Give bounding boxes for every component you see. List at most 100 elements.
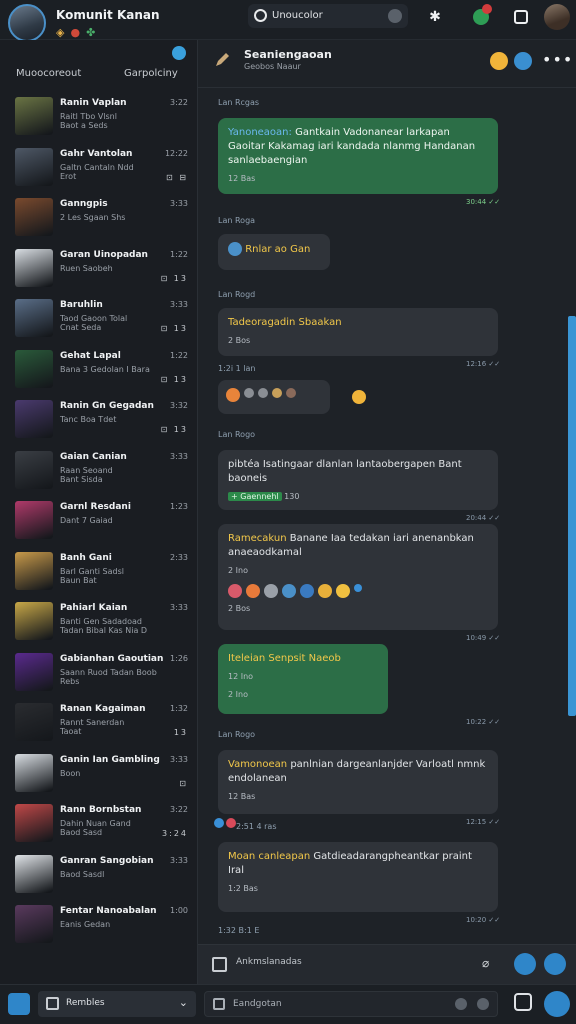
- chat-preview: Taod Gaoon Tolal Cnat Seda: [60, 314, 127, 332]
- chat-list-item[interactable]: Ganin Ian Gambling Boon 3:33 ⊡: [0, 749, 198, 800]
- message-bubble[interactable]: Iteleian Senpsit Naeob 12 Ino 2 Ino: [218, 644, 388, 714]
- chat-list-item[interactable]: Ranin Vaplan Raitl Tbo Vlsnl Baot a Seds 3:…: [0, 92, 198, 143]
- message-bubble[interactable]: pibtéa Isatingaar dlanlan lantaobergapen…: [218, 450, 498, 510]
- message-bubble[interactable]: Vamonoean panlnian dargeanlanjder Varloa…: [218, 750, 498, 814]
- globe-icon[interactable]: [514, 52, 532, 70]
- chat-avatar: [15, 652, 53, 691]
- profile-avatar[interactable]: [8, 4, 46, 42]
- message-bubble[interactable]: Moan canleapan Gatdieadarangpheantkar pr…: [218, 842, 498, 912]
- compose-button[interactable]: [544, 991, 570, 1017]
- security-button[interactable]: [470, 4, 492, 28]
- chat-name: Garnl Resdani: [60, 502, 131, 512]
- globe-icon: [228, 242, 242, 256]
- chat-header: Seaniengaoan Geobos Naaur •••: [198, 40, 576, 88]
- chat-list-item[interactable]: Pahiarl Kaian Banti Gen Sadadoad Tadan Bib…: [0, 597, 198, 648]
- chat-list-item[interactable]: Ganngpis 2 Les Sgaan Shs 3:33: [0, 193, 198, 244]
- record-icon[interactable]: [477, 998, 489, 1010]
- account-avatar[interactable]: [544, 4, 570, 30]
- globe-icon: [282, 584, 296, 598]
- chat-preview-line: Rebs: [60, 676, 80, 686]
- tab-contacts[interactable]: Garpolciny: [124, 68, 178, 79]
- chat-list-item[interactable]: Gabianhan Gaoutian Saann Ruod Tadan Boob R…: [0, 648, 198, 699]
- chat-time: 1:23: [170, 502, 188, 511]
- tab-chats[interactable]: Muoocoreout: [16, 68, 81, 79]
- chat-avatar: [15, 854, 53, 893]
- chat-avatar: [15, 602, 53, 640]
- message-bubble[interactable]: Yanoneaoan: Gantkain Vadonanear larkapan…: [218, 118, 498, 194]
- app-root: Komunit Kanan ◈ ● ✤ Unoucolor ✱ Muoocore…: [0, 0, 576, 1024]
- settings-button[interactable]: ✱: [424, 6, 446, 28]
- chat-list-item[interactable]: Gaian Canian Raan Seoand Bant Sisda 3:33: [0, 446, 198, 497]
- chat-icon[interactable]: [514, 993, 532, 1011]
- chat-list-item[interactable]: Fentar Nanoabalan Eanis Gedan 1:00: [0, 900, 198, 951]
- message-bubble[interactable]: Rnlar ao Gan: [218, 234, 330, 270]
- chat-list-item[interactable]: Ganran Sangobian Baod Sasdl 3:33: [0, 850, 198, 901]
- schedule-icon[interactable]: [514, 953, 536, 975]
- chat-list-item[interactable]: Baruhlin Taod Gaoon Tolal Cnat Seda 3:33 ⊡ 1…: [0, 294, 198, 345]
- new-chat-icon[interactable]: [172, 46, 186, 60]
- chat-actions[interactable]: ⊡ 13: [161, 324, 188, 333]
- pin-icon[interactable]: [455, 998, 467, 1010]
- chat-actions[interactable]: ⊡ 13: [161, 274, 188, 283]
- chat-avatar: [15, 450, 53, 489]
- chat-avatar: [15, 753, 53, 792]
- chat-list-item[interactable]: Garan Uinopadan Ruen Saobeh 1:22 ⊡ 13: [0, 244, 198, 295]
- message-meta: + Gaennehl 130: [228, 490, 488, 504]
- scrollbar[interactable]: [568, 88, 576, 944]
- mic-icon[interactable]: [388, 9, 402, 23]
- attach-icon[interactable]: ⌀: [482, 956, 489, 970]
- chat-list: Ranin Vaplan Raitl Tbo Vlsnl Baot a Seds 3:…: [0, 92, 198, 951]
- chat-list-item[interactable]: Garnl Resdani Dant 7 Gaiad 1:23: [0, 496, 198, 547]
- chat-preview-line: Taoat: [60, 727, 82, 736]
- more-options-icon[interactable]: •••: [542, 50, 573, 69]
- chat-preview: Boon: [60, 769, 80, 778]
- emoji-icon: [352, 390, 366, 404]
- top-search-label: Unoucolor: [272, 10, 323, 21]
- message-author: Moan canleapan: [228, 851, 311, 862]
- message-bubble[interactable]: Ramecakun Banane Iaa tedakan iari anenan…: [218, 524, 498, 630]
- scrollbar-thumb[interactable]: [568, 316, 576, 716]
- message-bubble[interactable]: Tadeoragadin Sbaakan 2 Bos: [218, 308, 498, 356]
- chat-avatar: [15, 349, 53, 388]
- pen-icon[interactable]: [214, 52, 230, 68]
- chat-time: 3:22: [170, 805, 188, 814]
- cursor-icon[interactable]: [8, 993, 30, 1015]
- reaction-row: [226, 388, 322, 402]
- smile-icon: [336, 584, 350, 598]
- chat-actions[interactable]: ⊡ ⊟: [166, 173, 188, 182]
- message-timestamp: 10:22 ✓✓: [466, 718, 501, 726]
- chat-name: Gahr Vantolan: [60, 148, 133, 159]
- bottom-bar: Rembles ⌄ Eandgotan: [0, 984, 576, 1024]
- chat-name: Ranin Vaplan: [60, 98, 127, 108]
- chat-subtitle: Geobos Naaur: [244, 62, 301, 71]
- date-header: Lan Rogd: [218, 290, 256, 299]
- checkbox-icon[interactable]: [212, 957, 227, 972]
- chat-actions[interactable]: 3:24: [162, 829, 188, 838]
- window-button[interactable]: [510, 6, 532, 28]
- chat-list-item[interactable]: Rann Bornbstan Dahin Nuan Gand Baod Sasd 3:…: [0, 799, 198, 850]
- chat-list-item[interactable]: Gahr Vantolan Galtn Cantaln Ndd Erot 12:22 ⊡…: [0, 143, 198, 194]
- chat-actions[interactable]: ⊡ 13: [161, 425, 188, 434]
- chat-actions[interactable]: 13: [174, 728, 188, 737]
- top-search-field[interactable]: Unoucolor: [248, 4, 408, 28]
- chat-preview: Raan Seoand Bant Sisda: [60, 466, 113, 484]
- reaction-bubble[interactable]: [218, 380, 330, 414]
- chat-list-item[interactable]: Ranin Gn Gegadan Tanc Boa Tdet 3:32 ⊡ 13: [0, 395, 198, 446]
- chat-title: Seaniengaoan: [244, 48, 332, 61]
- emoji-icon[interactable]: [490, 52, 508, 70]
- chat-preview-line: Bant Sisda: [60, 474, 103, 484]
- filter-select[interactable]: Rembles ⌄: [38, 991, 196, 1017]
- chat-actions[interactable]: ⊡: [179, 779, 188, 788]
- chat-list-item[interactable]: Banh Gani Barl Ganti Sadsl Baun Bat 2:33: [0, 547, 198, 598]
- smile-icon: [318, 584, 332, 598]
- message-text: pibtéa Isatingaar dlanlan lantaobergapen…: [228, 459, 462, 484]
- chat-list-item[interactable]: Ranan Kagaiman Rannt Sanerdan Taoat 1:32 13: [0, 698, 198, 749]
- message-input[interactable]: Ankmslanadas: [236, 957, 302, 967]
- chat-actions[interactable]: ⊡ 13: [161, 375, 188, 384]
- date-header: Lan Rogo: [218, 430, 256, 439]
- bottom-search-input[interactable]: Eandgotan: [204, 991, 498, 1017]
- chat-time: 3:33: [170, 855, 188, 865]
- chat-preview: Raitl Tbo Vlsnl Baot a Seds: [60, 112, 117, 130]
- chat-list-item[interactable]: Gehat Lapal Bana 3 Gedolan I Bara 1:22 ⊡ 13: [0, 345, 198, 396]
- send-button[interactable]: [544, 953, 566, 975]
